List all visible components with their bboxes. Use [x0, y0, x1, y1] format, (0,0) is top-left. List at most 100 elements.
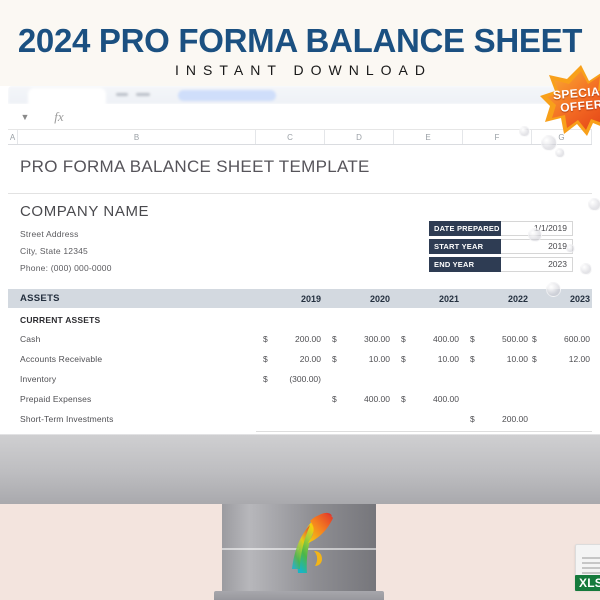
cell-value: 20.00: [299, 354, 321, 364]
currency-symbol: $: [263, 334, 268, 344]
year-header-2019: 2019: [300, 293, 321, 304]
column-header-e[interactable]: E: [394, 130, 463, 144]
spreadsheet-app: ▼ fx A B C D E F G PRO FORMA BALANCE SHE…: [8, 86, 592, 434]
row-label: Prepaid Expenses: [20, 394, 92, 404]
year-header-2022: 2022: [507, 293, 528, 304]
decorative-bubble: [588, 198, 600, 211]
formula-bar: ▼ fx: [8, 104, 592, 130]
year-header-2020: 2020: [369, 293, 390, 304]
cell-value: 400.00: [433, 334, 459, 344]
table-row[interactable]: Cash $200.00 $300.00 $400.00 $500.00 $60…: [8, 331, 592, 351]
currency-symbol: $: [401, 354, 406, 364]
rainbow-swirl-logo-icon: [288, 511, 334, 573]
row-label: Inventory: [20, 374, 57, 384]
company-name: COMPANY NAME: [20, 203, 150, 220]
currency-symbol: $: [263, 374, 268, 384]
xlsx-file-badge: XLSX: [575, 544, 600, 596]
address-bar[interactable]: [178, 90, 276, 101]
page-title: 2024 PRO FORMA BALANCE SHEET: [17, 22, 583, 59]
info-box: DATE PREPARED 1/1/2019 START YEAR 2019 E…: [429, 221, 573, 275]
row-divider: [256, 431, 592, 432]
assets-header-row: ASSETS 2019 2020 2021 2022 2023: [8, 289, 592, 308]
column-header-c[interactable]: C: [256, 130, 325, 144]
info-label-date-prepared: DATE PREPARED: [429, 221, 501, 236]
monitor-bezel-bottom: [0, 434, 600, 504]
cell-prepaid-2021[interactable]: $400.00: [401, 394, 459, 404]
decorative-bubble: [580, 263, 592, 275]
cell-inventory-2019[interactable]: $ (300.00): [263, 374, 321, 384]
currency-symbol: $: [401, 394, 406, 404]
chrome-control-maximize[interactable]: [136, 93, 150, 96]
decorative-bubble: [546, 282, 561, 297]
info-label-end-year: END YEAR: [429, 257, 501, 272]
chevron-down-icon[interactable]: ▼: [8, 112, 42, 122]
special-offer-badge: SPECIAL OFFER: [540, 64, 600, 136]
currency-symbol: $: [532, 334, 537, 344]
info-row-end-year: END YEAR 2023: [429, 257, 573, 272]
year-header-2021: 2021: [438, 293, 459, 304]
cell-cash-2020[interactable]: $300.00: [332, 334, 390, 344]
fx-icon: fx: [54, 108, 64, 124]
currency-symbol: $: [332, 394, 337, 404]
info-row-date-prepared: DATE PREPARED 1/1/2019: [429, 221, 573, 236]
formula-input[interactable]: [76, 107, 592, 126]
cell-cash-2022[interactable]: $500.00: [470, 334, 528, 344]
currency-symbol: $: [263, 354, 268, 364]
cell-value: 500.00: [502, 334, 528, 344]
cell-value: 10.00: [368, 354, 390, 364]
cell-ar-2022[interactable]: $10.00: [470, 354, 528, 364]
cell-ar-2020[interactable]: $10.00: [332, 354, 390, 364]
decorative-bubble: [566, 244, 575, 253]
decorative-bubble: [555, 148, 565, 158]
promo-header: 2024 PRO FORMA BALANCE SHEET INSTANT DOW…: [0, 0, 600, 86]
chrome-control-minimize[interactable]: [116, 93, 128, 96]
file-format-label: XLSX: [575, 575, 600, 591]
row-label: Short-Term Investments: [20, 414, 114, 424]
title-divider: [8, 193, 592, 194]
currency-symbol: $: [332, 334, 337, 344]
badge-line-2: OFFER: [559, 97, 600, 115]
cell-ar-2019[interactable]: $20.00: [263, 354, 321, 364]
table-row[interactable]: Short-Term Investments $200.00: [8, 411, 592, 431]
currency-symbol: $: [470, 414, 475, 424]
monitor-stand-base: [214, 591, 384, 600]
company-city: City, State 12345: [20, 246, 88, 256]
sheet-grid: PRO FORMA BALANCE SHEET TEMPLATE COMPANY…: [8, 145, 592, 434]
column-header-b[interactable]: B: [18, 130, 256, 144]
info-label-start-year: START YEAR: [429, 239, 501, 254]
cell-value: 400.00: [433, 394, 459, 404]
cell-value: 10.00: [506, 354, 528, 364]
year-header-2023: 2023: [569, 293, 590, 304]
document-title: PRO FORMA BALANCE SHEET TEMPLATE: [20, 157, 370, 176]
cell-value: 300.00: [364, 334, 390, 344]
column-header-a[interactable]: A: [8, 130, 18, 144]
special-offer-text: SPECIAL OFFER: [537, 61, 600, 140]
column-header-row: A B C D E F G: [8, 130, 592, 145]
desk-scene: ▼ fx A B C D E F G PRO FORMA BALANCE SHE…: [0, 86, 600, 600]
cell-ar-2021[interactable]: $10.00: [401, 354, 459, 364]
table-row[interactable]: Inventory $ (300.00): [8, 371, 592, 391]
info-value-end-year[interactable]: 2023: [501, 257, 573, 272]
cell-value: 600.00: [564, 334, 590, 344]
cell-cash-2019[interactable]: $200.00: [263, 334, 321, 344]
browser-chrome: [8, 86, 592, 104]
company-street: Street Address: [20, 229, 79, 239]
cell-value: 400.00: [364, 394, 390, 404]
table-row[interactable]: Accounts Receivable $20.00 $10.00 $10.00…: [8, 351, 592, 371]
table-row[interactable]: Prepaid Expenses $400.00 $400.00: [8, 391, 592, 411]
currency-symbol: $: [470, 334, 475, 344]
cell-ar-2023[interactable]: $12.00: [532, 354, 590, 364]
browser-tab[interactable]: [28, 88, 106, 104]
cell-sti-2022[interactable]: $200.00: [470, 414, 528, 424]
cell-value: 12.00: [568, 354, 590, 364]
currency-symbol: $: [470, 354, 475, 364]
cell-cash-2021[interactable]: $400.00: [401, 334, 459, 344]
cell-prepaid-2020[interactable]: $400.00: [332, 394, 390, 404]
column-header-d[interactable]: D: [325, 130, 394, 144]
currency-symbol: $: [332, 354, 337, 364]
currency-symbol: $: [401, 334, 406, 344]
decorative-bubble: [519, 126, 530, 137]
cell-cash-2023[interactable]: $600.00: [532, 334, 590, 344]
assets-header-label: ASSETS: [20, 293, 60, 304]
section-label-current-assets: CURRENT ASSETS: [20, 315, 101, 325]
